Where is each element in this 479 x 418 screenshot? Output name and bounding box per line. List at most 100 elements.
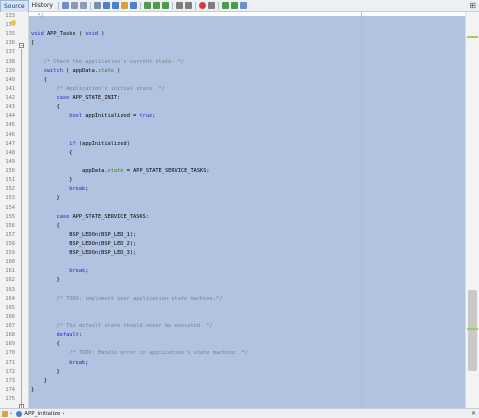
back-icon[interactable] — [70, 2, 78, 9]
code-line[interactable]: case APP_STATE_INIT: — [31, 95, 121, 103]
change-marker[interactable] — [467, 36, 478, 38]
breadcrumb-separator: › — [62, 410, 65, 417]
code-line[interactable]: { — [31, 150, 72, 158]
hint-bulb-icon[interactable] — [11, 20, 16, 25]
editor-toolbar: Source History ⊞ — [0, 0, 479, 12]
line-number: 137 — [5, 49, 15, 56]
code-line[interactable]: break; — [31, 360, 88, 368]
code-line[interactable]: BSP_LEDOn(BSP_LED_1); — [31, 232, 136, 240]
code-line[interactable]: } — [31, 195, 60, 203]
code-line[interactable]: } — [31, 387, 34, 395]
code-line[interactable]: default: — [31, 332, 83, 340]
line-number: 149 — [5, 158, 15, 165]
forward-icon[interactable] — [79, 2, 87, 9]
code-line[interactable]: void APP_Tasks ( void ) — [31, 31, 104, 39]
line-number: 139 — [5, 67, 15, 74]
code-line[interactable]: { — [31, 77, 47, 85]
line-number: 141 — [5, 85, 15, 92]
code-line[interactable]: { — [31, 341, 60, 349]
close-icon[interactable]: ✕ — [471, 410, 476, 417]
line-number: 165 — [5, 304, 15, 311]
toolbar-separator — [171, 1, 173, 10]
code-line[interactable]: break; — [31, 186, 88, 194]
toolbar-separator — [57, 1, 59, 10]
code-line[interactable]: /* TODO: Handle error in application's s… — [31, 350, 248, 358]
code-line[interactable]: BSP_LEDOn(BSP_LED_2); — [31, 241, 136, 249]
line-number: 169 — [5, 341, 15, 348]
tab-history[interactable]: History — [29, 0, 56, 11]
tab-source[interactable]: Source — [0, 0, 29, 12]
breadcrumb-function[interactable]: APP_Initialize — [24, 411, 60, 417]
scrollbar-thumb[interactable] — [468, 290, 477, 371]
toolbar-separator — [89, 1, 91, 10]
line-number: 136 — [5, 40, 15, 47]
breadcrumb: › APP_Initialize › — [2, 410, 65, 417]
line-number: 146 — [5, 131, 15, 138]
line-number: 157 — [5, 231, 15, 238]
uncomment-icon[interactable] — [230, 2, 238, 9]
code-line[interactable]: BSP_LEDOn(BSP_LED_3); — [31, 250, 136, 258]
shift-right-icon[interactable] — [184, 2, 192, 9]
code-line[interactable]: } — [31, 378, 47, 386]
line-number: 158 — [5, 241, 15, 247]
previous-bookmark-icon[interactable] — [143, 2, 151, 9]
line-number: 147 — [5, 140, 15, 147]
expand-icon[interactable]: ⊞ — [469, 1, 476, 10]
change-marker[interactable] — [467, 328, 478, 330]
line-number: 168 — [5, 332, 15, 339]
line-number: 148 — [5, 149, 15, 156]
code-line[interactable]: appData.state = APP_STATE_SERVICE_TASKS; — [31, 168, 210, 176]
code-line[interactable]: if (appInitialized) — [31, 141, 130, 149]
line-number: 153 — [5, 195, 15, 202]
code-line[interactable]: break; — [31, 268, 88, 276]
line-number: 172 — [5, 368, 15, 375]
line-number: 135 — [5, 31, 15, 38]
last-edit-icon[interactable] — [61, 2, 69, 9]
diff-icon[interactable] — [239, 2, 247, 9]
code-line[interactable]: } — [31, 177, 72, 185]
code-line[interactable]: { — [31, 223, 60, 231]
find-icon[interactable] — [93, 2, 101, 9]
line-number: 151 — [5, 177, 15, 184]
line-number: 175 — [5, 396, 15, 403]
toolbar-separator — [194, 1, 196, 10]
code-editor[interactable]: */void APP_Tasks ( void ){ /* Check the … — [29, 12, 465, 408]
line-number: 156 — [5, 222, 15, 229]
find-previous-icon[interactable] — [102, 2, 110, 9]
line-number: 140 — [5, 76, 15, 83]
comment-icon[interactable] — [221, 2, 229, 9]
find-next-icon[interactable] — [111, 2, 119, 9]
code-line[interactable]: } — [31, 369, 60, 377]
code-line[interactable]: case APP_STATE_SERVICE_TASKS: — [31, 214, 150, 222]
line-number: 144 — [5, 113, 15, 120]
stop-macro-recording-icon[interactable] — [207, 2, 215, 9]
code-line[interactable]: /* Application's initial state. */ — [31, 86, 165, 94]
line-number: 159 — [5, 250, 15, 257]
code-line[interactable]: switch ( appData.state ) — [31, 68, 121, 76]
code-line[interactable]: { — [31, 40, 34, 48]
file-icon — [2, 410, 8, 417]
fold-toggle-icon[interactable]: − — [19, 43, 24, 49]
next-bookmark-icon[interactable] — [152, 2, 160, 9]
code-line[interactable]: } — [31, 277, 60, 285]
toggle-bookmark-icon[interactable] — [161, 2, 169, 9]
code-line[interactable]: /* TODO: implement your application stat… — [31, 296, 223, 304]
code-line[interactable]: { — [31, 104, 60, 112]
function-icon — [16, 410, 23, 417]
toggle-rectangular-selection-icon[interactable] — [129, 2, 137, 9]
code-line[interactable]: /* The default state should never be exe… — [31, 323, 213, 331]
code-line[interactable]: bool appInitialized = true; — [31, 113, 155, 121]
toggle-highlight-icon[interactable] — [120, 2, 128, 9]
line-number: 145 — [5, 122, 15, 129]
line-number: 155 — [5, 213, 15, 220]
line-number: 143 — [5, 104, 15, 111]
line-number: 154 — [5, 204, 15, 211]
code-line[interactable]: */ — [31, 13, 43, 21]
shift-left-icon[interactable] — [175, 2, 183, 9]
line-number: 161 — [5, 268, 15, 275]
code-line[interactable]: /* Check the application's current state… — [31, 59, 184, 67]
start-macro-recording-icon[interactable] — [198, 2, 206, 9]
toolbar-separator — [217, 1, 219, 10]
line-number: 170 — [5, 350, 15, 357]
vertical-scrollbar[interactable] — [465, 12, 479, 408]
